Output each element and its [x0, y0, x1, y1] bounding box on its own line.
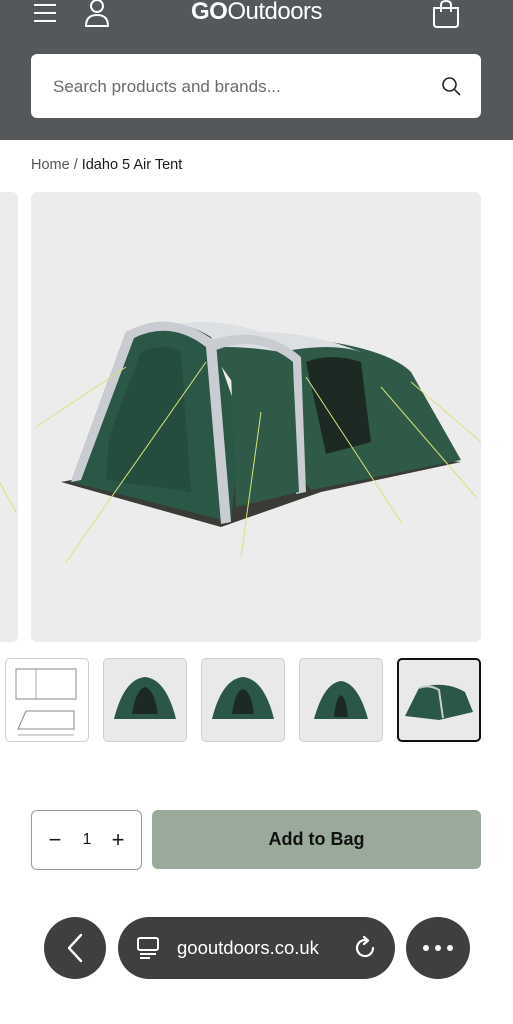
chevron-left-icon	[67, 933, 83, 963]
quantity-increase-button[interactable]: +	[103, 811, 133, 869]
shopping-bag-icon	[433, 0, 459, 28]
floor-plan-graphic	[15, 668, 77, 736]
breadcrumb-home[interactable]: Home	[31, 157, 70, 173]
tent-image	[35, 321, 481, 563]
reload-icon[interactable]	[352, 935, 378, 961]
tent-thumbnail-graphic	[114, 677, 176, 719]
thumbnail-5-selected[interactable]	[397, 658, 481, 742]
breadcrumb: Home / Idaho 5 Air Tent	[31, 157, 182, 173]
quantity-value[interactable]: 1	[72, 811, 102, 869]
breadcrumb-current: Idaho 5 Air Tent	[81, 157, 183, 173]
more-icon	[423, 945, 453, 951]
bag-button[interactable]	[430, 0, 462, 28]
search-icon[interactable]	[441, 76, 461, 96]
tent-thumbnail-graphic	[212, 677, 274, 719]
tent-thumbnail-graphic	[314, 681, 368, 719]
product-main-image[interactable]	[31, 192, 481, 642]
browser-back-button[interactable]	[44, 917, 106, 979]
logo-outdoors: Outdoors	[227, 0, 323, 25]
thumbnail-4[interactable]	[299, 658, 383, 742]
quantity-decrease-button[interactable]: −	[40, 811, 70, 869]
search-input[interactable]	[51, 72, 425, 102]
breadcrumb-separator: /	[73, 157, 78, 173]
logo-go: GO	[190, 0, 228, 25]
browser-url[interactable]: gooutdoors.co.uk	[177, 917, 319, 979]
quantity-stepper[interactable]: − 1 +	[31, 810, 142, 870]
add-to-bag-button[interactable]: Add to Bag	[152, 810, 481, 869]
browser-address-bar[interactable]: gooutdoors.co.uk	[118, 917, 395, 979]
browser-more-button[interactable]	[406, 917, 470, 979]
thumbnail-3[interactable]	[201, 658, 285, 742]
guy-line-graphic	[0, 481, 17, 513]
search-bar[interactable]	[31, 54, 481, 118]
site-header: GOOutdoors	[0, 0, 513, 140]
previous-slide-peek[interactable]	[0, 192, 18, 642]
tent-thumbnail-graphic	[405, 684, 473, 720]
tabs-icon	[137, 937, 159, 959]
thumbnail-1[interactable]	[5, 658, 89, 742]
thumbnail-2[interactable]	[103, 658, 187, 742]
